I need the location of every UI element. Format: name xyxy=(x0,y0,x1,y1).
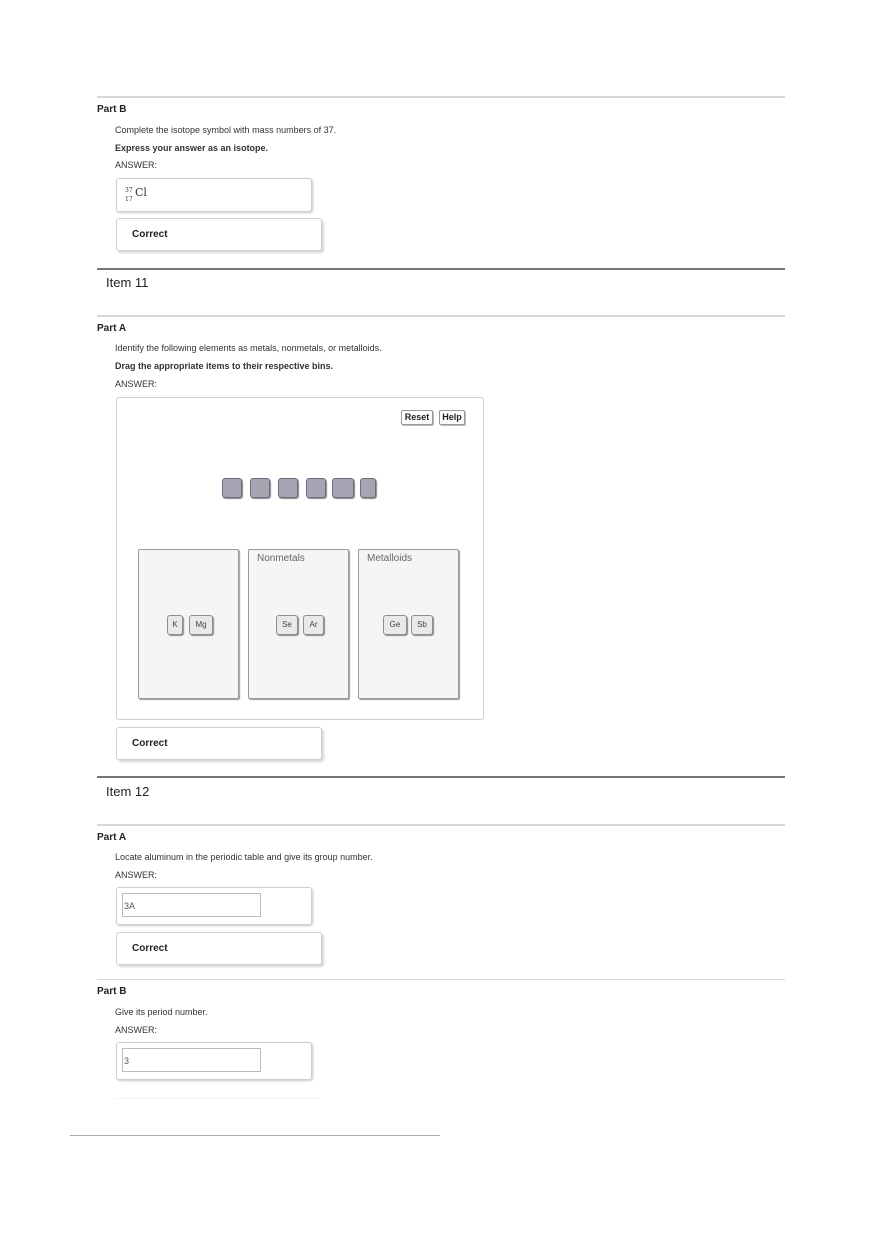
correct-feedback: Correct xyxy=(116,218,322,251)
question-text: Give its period number. xyxy=(115,1007,208,1017)
element-tile-k[interactable]: K xyxy=(167,615,183,635)
question-text: Complete the isotope symbol with mass nu… xyxy=(115,125,337,135)
answer-box: 3A xyxy=(116,887,312,925)
drag-drop-area: Reset Help K Mg Nonmetals Se Ar Metalloi… xyxy=(116,397,484,720)
element-tile-sb[interactable]: Sb xyxy=(411,615,433,635)
empty-item-slot[interactable] xyxy=(306,478,326,498)
page-footer-line xyxy=(70,1135,440,1136)
question-text: Locate aluminum in the periodic table an… xyxy=(115,852,373,862)
answer-label: ANSWER: xyxy=(115,1025,158,1035)
element-tile-mg[interactable]: Mg xyxy=(189,615,213,635)
instruction-text: Express your answer as an isotope. xyxy=(115,143,269,153)
part-label: Part B xyxy=(97,104,127,115)
item-title: Item 11 xyxy=(106,275,149,290)
isotope-answer-box[interactable]: 37 17 Cl xyxy=(116,178,312,212)
element-tile-ge[interactable]: Ge xyxy=(383,615,407,635)
mass-number: 37 xyxy=(125,187,133,194)
period-number-input[interactable]: 3 xyxy=(122,1048,261,1072)
empty-item-slot[interactable] xyxy=(250,478,270,498)
item-title: Item 12 xyxy=(106,784,150,799)
answer-label: ANSWER: xyxy=(115,870,158,880)
part-label: Part A xyxy=(97,323,127,334)
section-divider xyxy=(97,824,785,826)
instruction-text: Drag the appropriate items to their resp… xyxy=(115,361,334,371)
bin-metals[interactable]: K Mg xyxy=(138,549,239,699)
empty-item-slot[interactable] xyxy=(332,478,354,498)
group-number-input[interactable]: 3A xyxy=(122,893,261,917)
bin-label: Metalloids xyxy=(367,553,413,564)
correct-feedback: Correct xyxy=(116,727,322,760)
empty-item-slot[interactable] xyxy=(222,478,242,498)
answer-label: ANSWER: xyxy=(115,160,158,170)
empty-item-slot[interactable] xyxy=(278,478,298,498)
bin-nonmetals[interactable]: Nonmetals Se Ar xyxy=(248,549,349,699)
bin-metalloids[interactable]: Metalloids Ge Sb xyxy=(358,549,459,699)
section-divider xyxy=(97,979,785,980)
question-text: Identify the following elements as metal… xyxy=(115,343,382,353)
atomic-number: 17 xyxy=(125,196,133,203)
item-divider xyxy=(97,776,785,778)
feedback-text: Correct xyxy=(132,229,168,240)
item-divider xyxy=(97,268,785,270)
part-label: Part A xyxy=(97,832,127,843)
correct-feedback: Correct xyxy=(116,932,322,965)
answer-box: 3 xyxy=(116,1042,312,1080)
element-tile-se[interactable]: Se xyxy=(276,615,298,635)
part-label: Part B xyxy=(97,986,127,997)
feedback-text: Correct xyxy=(132,738,168,749)
help-button[interactable]: Help xyxy=(439,410,465,425)
answer-label: ANSWER: xyxy=(115,379,158,389)
empty-item-slot[interactable] xyxy=(360,478,376,498)
section-divider xyxy=(97,315,785,317)
feedback-text: Correct xyxy=(132,943,168,954)
element-tile-ar[interactable]: Ar xyxy=(303,615,324,635)
faint-divider xyxy=(116,1098,320,1099)
element-symbol: Cl xyxy=(135,186,147,199)
bin-label: Nonmetals xyxy=(257,553,305,564)
reset-button[interactable]: Reset xyxy=(401,410,433,425)
section-divider xyxy=(97,96,785,98)
